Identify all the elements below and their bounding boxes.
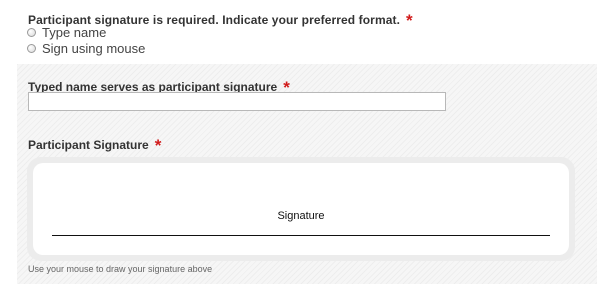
signature-label: Participant Signature * <box>28 134 162 155</box>
typed-name-input[interactable] <box>28 92 446 111</box>
signature-label-text: Participant Signature <box>28 138 149 152</box>
radio-option-type-name[interactable]: Type name <box>27 25 106 40</box>
signature-help-text: Use your mouse to draw your signature ab… <box>28 264 213 274</box>
radio-label[interactable]: Type name <box>42 25 106 40</box>
radio-option-sign-mouse[interactable]: Sign using mouse <box>27 41 145 56</box>
signature-form: Participant signature is required. Indic… <box>0 0 601 291</box>
signature-line <box>52 235 550 236</box>
radio-button[interactable] <box>27 28 36 37</box>
radio-label[interactable]: Sign using mouse <box>42 41 145 56</box>
radio-button[interactable] <box>27 44 36 53</box>
signature-pad[interactable]: Signature <box>33 163 569 255</box>
required-asterisk: * <box>154 136 162 155</box>
signature-caption: Signature <box>277 210 325 222</box>
signature-pad-frame: Signature <box>27 157 575 261</box>
required-asterisk: * <box>406 11 413 30</box>
